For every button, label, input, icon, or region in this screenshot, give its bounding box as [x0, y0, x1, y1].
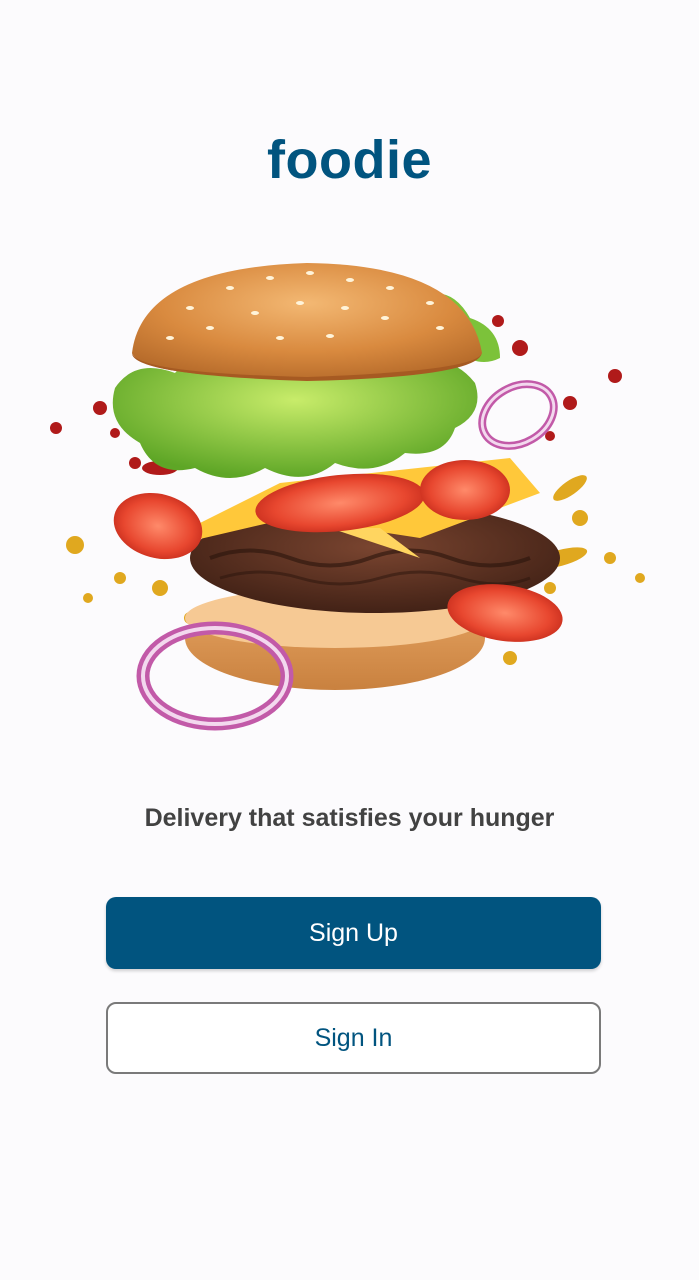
app-logo-title: foodie: [267, 130, 432, 190]
tagline: Delivery that satisfies your hunger: [144, 804, 555, 832]
burger-illustration: [50, 263, 645, 731]
sign-in-button[interactable]: Sign In: [106, 1002, 601, 1074]
sign-up-label: Sign Up: [309, 918, 398, 947]
sign-in-label: Sign In: [314, 1023, 393, 1052]
sign-up-button[interactable]: Sign Up: [106, 897, 601, 969]
